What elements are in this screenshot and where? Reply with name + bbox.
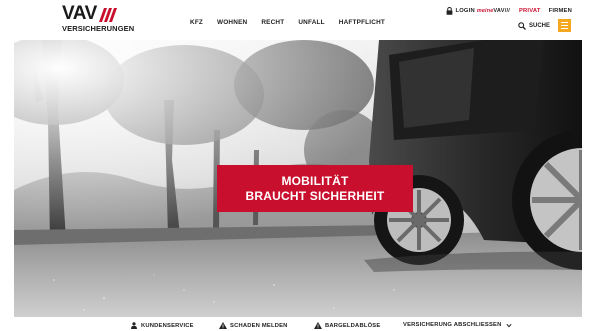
nav-item-wohnen[interactable]: WOHNEN [217, 19, 247, 26]
quicklink-kundenservice-label: KUNDENSERVICE [141, 322, 194, 329]
quicklink-kundenservice[interactable]: KUNDENSERVICE [130, 322, 194, 329]
logo-slashes-icon [98, 8, 117, 22]
vav-logo[interactable]: VAV VERSICHERUNGEN [62, 3, 142, 35]
hamburger-icon [561, 21, 568, 24]
login-brand-prefix: meine [476, 8, 494, 14]
nav-item-unfall[interactable]: UNFALL [298, 19, 324, 26]
logo-wordmark: VAV [62, 3, 97, 24]
hero-headline-line-2: BRAUCHT SICHERHEIT [245, 188, 385, 203]
login-link[interactable]: LOGIN meine VAV/// [446, 7, 510, 15]
segment-privat[interactable]: PRIVAT [519, 8, 541, 14]
quicklink-schaden-melden[interactable]: SCHADEN MELDEN [219, 322, 288, 329]
login-label: LOGIN [455, 8, 475, 14]
logo-subtitle: VERSICHERUNGEN [62, 24, 135, 33]
top-utility-bar: LOGIN meine VAV/// PRIVAT FIRMEN [446, 7, 572, 15]
nav-item-recht[interactable]: RECHT [261, 19, 284, 26]
login-brand: VAV/// [493, 8, 510, 14]
search-button[interactable]: SUCHE [518, 22, 550, 30]
nav-item-haftpflicht[interactable]: HAFTPFLICHT [339, 19, 385, 26]
person-icon [131, 322, 137, 329]
quicklink-bargeldabloese-label: BARGELDABLÖSE [325, 322, 381, 329]
chevron-down-icon [505, 323, 512, 327]
hero-headline-badge[interactable]: MOBILITÄT BRAUCHT SICHERHEIT [217, 165, 413, 212]
segment-firmen[interactable]: FIRMEN [549, 8, 572, 14]
site-header: VAV VERSICHERUNGEN KFZ WOHNEN RECHT UNFA… [0, 0, 596, 40]
search-icon [518, 22, 526, 30]
warning-icon [314, 322, 322, 329]
main-navigation: KFZ WOHNEN RECHT UNFALL HAFTPFLICHT [190, 19, 385, 26]
search-label: SUCHE [528, 23, 550, 29]
quicklink-schaden-melden-label: SCHADEN MELDEN [230, 322, 288, 329]
warning-icon [219, 322, 227, 329]
hamburger-menu-button[interactable] [558, 19, 571, 32]
quick-links-bar: KUNDENSERVICE SCHADEN MELDEN BARGELDABLÖ… [0, 317, 596, 331]
hero-headline-line-1: MOBILITÄT [281, 173, 349, 188]
quicklink-versicherung-abschliessen-label: VERSICHERUNG ABSCHLIESSEN [403, 322, 502, 328]
quicklink-versicherung-abschliessen[interactable]: VERSICHERUNG ABSCHLIESSEN [403, 322, 512, 328]
quicklink-bargeldabloese[interactable]: BARGELDABLÖSE [314, 322, 380, 329]
lock-icon [447, 7, 453, 15]
hero-banner: MOBILITÄT BRAUCHT SICHERHEIT [14, 40, 582, 317]
nav-item-kfz[interactable]: KFZ [190, 19, 203, 26]
